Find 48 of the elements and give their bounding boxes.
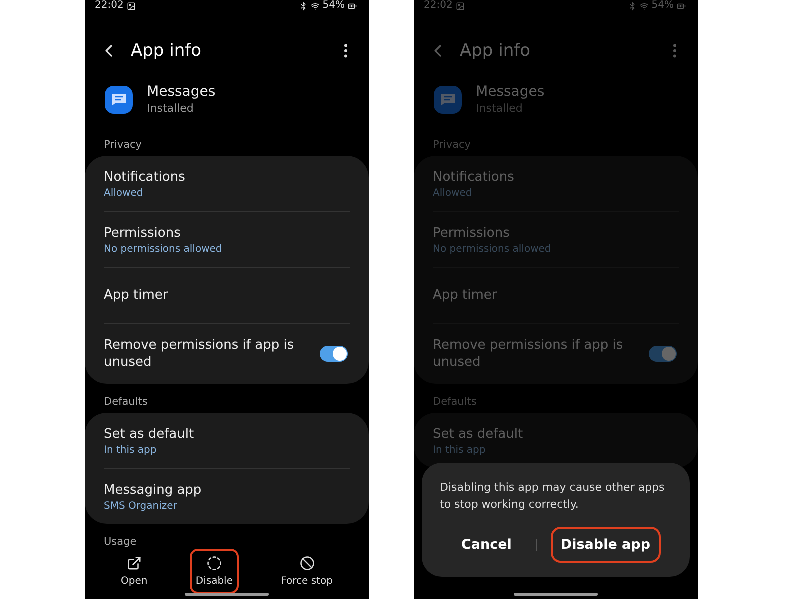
setting-title[interactable]: Permissions [104,224,350,242]
section-label: Defaults [432,395,478,410]
dashed-circle-icon [206,556,222,571]
setting-title[interactable]: Messaging app [104,482,350,498]
battery-icon [348,2,357,10]
battery-percent: 54% [652,0,674,12]
app-icon [105,86,133,114]
app-status: Installed [147,102,195,115]
section-label: Privacy [103,138,144,153]
toggle-switch[interactable] [320,346,348,362]
image-icon [126,2,136,10]
setting-value: SMS Organizer [104,500,178,512]
action-button[interactable]: Open [115,549,154,594]
app-status: Installed [476,102,524,115]
status-time: 22:02 [424,0,453,12]
page-title: App info [131,41,202,61]
dialog-message: Disabling this app may cause other apps to stop working correctly. [440,480,666,513]
external-link-icon [126,556,142,571]
action-button[interactable]: Force stop [275,549,339,594]
status-time: 22:02 [95,0,124,12]
app-name: Messages [147,84,216,100]
dialog-button[interactable]: Disable app [550,527,660,563]
battery-icon [677,2,686,10]
section-label: Defaults [103,395,149,410]
setting-value: No permissions allowed [104,244,224,254]
image-icon [456,2,465,10]
setting-title[interactable]: Set as default [104,426,350,442]
setting-value: Allowed [104,188,144,198]
battery-percent: 54% [322,0,345,12]
bluetooth-icon [628,2,637,10]
setting-title[interactable]: App timer [104,287,350,304]
wifi-icon [310,2,320,10]
page-title: App info [460,41,532,61]
setting-value: Allowed [433,188,474,198]
app-icon [434,86,462,114]
stop-icon [300,556,315,571]
app-name: Messages [476,84,545,100]
setting-title[interactable]: Notifications [104,168,350,186]
section-label: Privacy [432,138,472,153]
wifi-icon [640,2,649,10]
toggle-switch[interactable] [649,346,677,362]
section-label: Usage [103,535,138,550]
bluetooth-icon [298,2,308,10]
setting-title[interactable]: Remove permissions if app is unused [104,337,310,371]
setting-value: In this app [104,444,158,456]
dialog-button[interactable]: Cancel [452,527,522,563]
setting-value: No permissions allowed [433,244,552,254]
setting-value: In this app [433,444,487,456]
